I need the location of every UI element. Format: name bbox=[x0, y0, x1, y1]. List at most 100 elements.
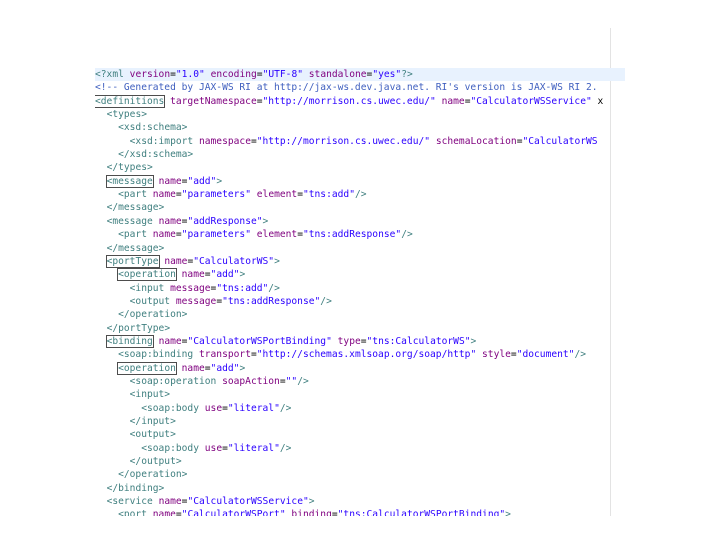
highlighted-element-name: <definitions bbox=[95, 94, 166, 108]
attribute-name: namespace bbox=[198, 135, 251, 147]
code-line[interactable]: <?xml version="1.0" encoding="UTF-8" sta… bbox=[95, 68, 625, 82]
code-line[interactable]: <types> bbox=[95, 108, 625, 121]
code-line[interactable]: <soap:body use="literal"/> bbox=[95, 442, 625, 455]
code-line[interactable]: <soap:body use="literal"/> bbox=[95, 402, 625, 415]
attribute-value: "addResponse" bbox=[187, 215, 263, 227]
attribute-name: name bbox=[181, 362, 205, 374]
code-line[interactable]: <soap:operation soapAction=""/> bbox=[95, 375, 625, 388]
attribute-name: name bbox=[158, 335, 182, 347]
code-line[interactable]: </types> bbox=[95, 161, 625, 174]
attribute-value: "tns:addResponse" bbox=[222, 295, 321, 307]
code-line[interactable]: <output> bbox=[95, 428, 625, 441]
code-line[interactable]: </operation> bbox=[95, 468, 625, 481]
attribute-name: binding bbox=[291, 509, 332, 516]
xml-tag: </message> bbox=[106, 202, 165, 214]
code-line[interactable]: </portType> bbox=[95, 322, 625, 335]
code-line[interactable]: <definitions targetNamespace="http://mor… bbox=[95, 94, 625, 108]
attribute-value: "CalculatorWS" bbox=[193, 255, 275, 267]
xml-tag: > bbox=[470, 335, 477, 347]
xml-tag: <message bbox=[106, 215, 153, 227]
xml-tag: <input bbox=[129, 282, 165, 294]
code-line[interactable]: <service name="CalculatorWSService"> bbox=[95, 495, 625, 508]
xml-tag: > bbox=[274, 255, 280, 267]
attribute-name: use bbox=[204, 402, 223, 414]
code-line[interactable]: <soap:binding transport="http://schemas.… bbox=[95, 348, 625, 361]
code-line[interactable]: <input> bbox=[95, 388, 625, 401]
attribute-name: name bbox=[158, 175, 182, 187]
xml-tag: /> bbox=[268, 282, 280, 294]
whitespace: x bbox=[591, 95, 604, 107]
code-line[interactable]: </operation> bbox=[95, 308, 625, 321]
attribute-name: name bbox=[181, 269, 205, 281]
xml-tag: <soap:operation bbox=[129, 375, 217, 387]
attribute-value: "yes" bbox=[372, 69, 402, 81]
code-line[interactable]: <input message="tns:add"/> bbox=[95, 282, 625, 295]
code-line[interactable]: <port name="CalculatorWSPort" binding="t… bbox=[95, 508, 625, 516]
xml-tag: </portType> bbox=[106, 322, 171, 334]
xml-code-editor[interactable]: <?xml version="1.0" encoding="UTF-8" sta… bbox=[95, 28, 625, 516]
highlighted-element-name: <portType bbox=[105, 254, 160, 268]
code-line[interactable]: <output message="tns:addResponse"/> bbox=[95, 295, 625, 308]
code-line[interactable]: <operation name="add"> bbox=[95, 361, 625, 375]
attribute-value: "add" bbox=[210, 362, 240, 374]
attribute-value: "CalculatorWSService" bbox=[187, 496, 309, 508]
xml-tag: > bbox=[239, 362, 246, 374]
attribute-value: "" bbox=[285, 375, 298, 387]
code-line[interactable]: </output> bbox=[95, 455, 625, 468]
code-line[interactable]: <!-- Generated by JAX-WS RI at http://ja… bbox=[95, 81, 625, 94]
code-line[interactable]: </message> bbox=[95, 242, 625, 255]
code-line[interactable]: <portType name="CalculatorWS"> bbox=[95, 254, 625, 268]
attribute-value: "1.0" bbox=[175, 69, 205, 81]
xml-tag: > bbox=[505, 509, 511, 516]
attribute-value: "http://schemas.xmlsoap.org/soap/http" bbox=[256, 349, 477, 361]
xml-tag: /> bbox=[354, 189, 367, 201]
code-line[interactable]: <binding name="CalculatorWSPortBinding" … bbox=[95, 334, 625, 348]
code-line[interactable]: <part name="parameters" element="tns:add… bbox=[95, 228, 625, 241]
attribute-value: "http://morrison.cs.uwec.edu/" bbox=[262, 95, 436, 107]
code-line[interactable]: <part name="parameters" element="tns:add… bbox=[95, 188, 625, 201]
code-line[interactable]: <operation name="add"> bbox=[95, 268, 625, 282]
xml-tag: </message> bbox=[106, 242, 165, 254]
code-line[interactable]: </binding> bbox=[95, 482, 625, 495]
attribute-name: schemaLocation bbox=[435, 135, 517, 147]
code-line[interactable]: <message name="add"> bbox=[95, 174, 625, 188]
code-line[interactable]: <xsd:schema> bbox=[95, 121, 625, 134]
code-line[interactable]: </input> bbox=[95, 415, 625, 428]
attribute-name: message bbox=[170, 282, 211, 294]
xml-tag: <input> bbox=[129, 389, 171, 401]
code-line[interactable]: </xsd:schema> bbox=[95, 148, 625, 161]
xml-tag: /> bbox=[401, 229, 413, 241]
attribute-value: "tns:CalculatorWS" bbox=[366, 335, 471, 347]
xml-tag: </input> bbox=[129, 415, 176, 427]
xml-tag: </types> bbox=[106, 162, 153, 174]
attribute-value: "CalculatorWS bbox=[522, 135, 598, 147]
attribute-name: type bbox=[337, 335, 361, 347]
attribute-name: soapAction bbox=[222, 375, 280, 387]
attribute-value: "CalculatorWSService" bbox=[470, 95, 592, 107]
code-line[interactable]: </message> bbox=[95, 201, 625, 214]
code-line[interactable]: <message name="addResponse"> bbox=[95, 215, 625, 228]
attribute-value: "document" bbox=[516, 349, 575, 361]
attribute-name: encoding bbox=[210, 69, 257, 81]
attribute-value: "tns:add" bbox=[302, 189, 355, 201]
code-line[interactable]: <xsd:import namespace="http://morrison.c… bbox=[95, 135, 625, 148]
attribute-name: name bbox=[158, 215, 182, 227]
